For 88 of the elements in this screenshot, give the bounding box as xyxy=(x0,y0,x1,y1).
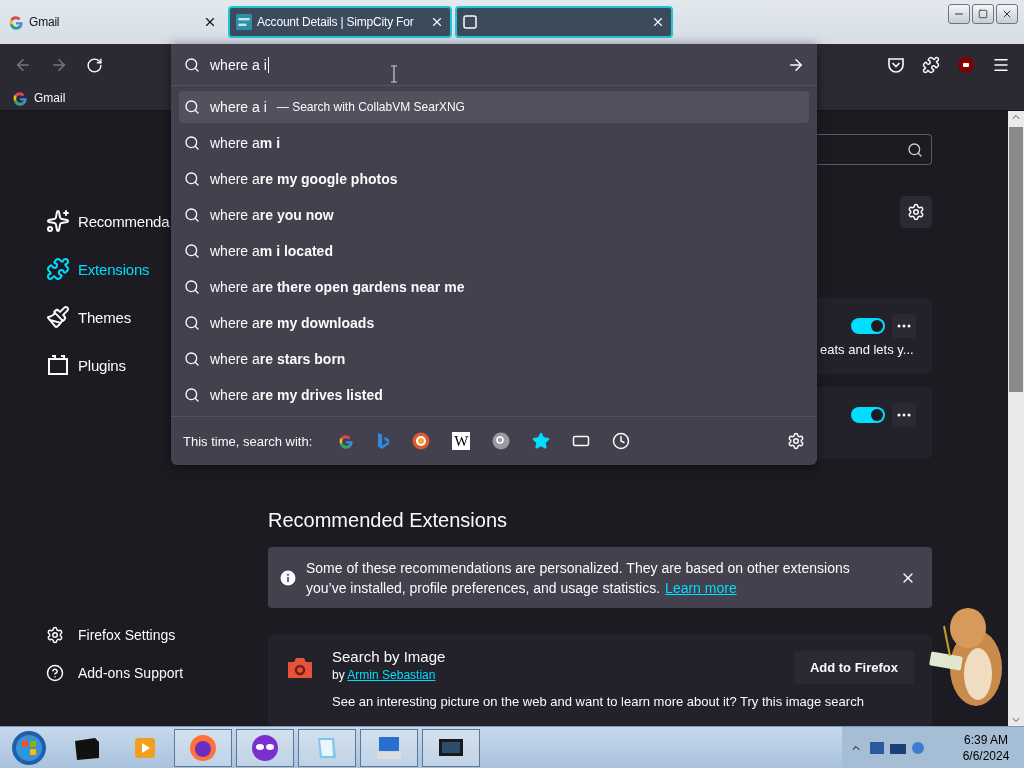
dots-icon xyxy=(897,324,911,328)
google-icon xyxy=(12,90,28,106)
search-icon xyxy=(184,387,200,403)
search-icon xyxy=(184,351,200,367)
close-icon[interactable] xyxy=(430,15,444,29)
toggle-switch[interactable] xyxy=(851,318,885,334)
browser-tab[interactable] xyxy=(455,6,673,38)
settings-button[interactable] xyxy=(900,196,932,228)
search-icon xyxy=(907,141,923,158)
author-link[interactable]: Armin Sebastian xyxy=(347,668,436,682)
browser-tab[interactable]: Account Details | SimpCity For xyxy=(228,6,452,38)
reload-icon[interactable] xyxy=(86,56,103,74)
maximize-icon xyxy=(978,9,988,19)
suggestion-item[interactable]: where are you now xyxy=(179,199,809,231)
help-icon xyxy=(46,664,64,682)
wikipedia-icon[interactable]: W xyxy=(452,432,471,450)
close-icon[interactable] xyxy=(203,15,217,29)
history-icon[interactable] xyxy=(612,432,631,450)
mask-app-icon[interactable] xyxy=(236,728,294,767)
back-icon[interactable] xyxy=(14,56,32,74)
search-icon xyxy=(184,99,200,115)
addon-description: See an interesting picture on the web and want to learn more about it? Try this image search xyxy=(332,694,865,709)
search-with-label: This time, search with: xyxy=(183,433,313,449)
site-logo-icon xyxy=(236,14,252,30)
add-button[interactable]: Add to Firefox xyxy=(793,651,914,684)
monitor-icon[interactable] xyxy=(422,728,480,767)
menu-icon[interactable] xyxy=(992,56,1010,74)
maximize-button[interactable] xyxy=(972,4,994,24)
plugin-icon xyxy=(46,353,70,377)
addon-author: by Armin Sebastian xyxy=(332,668,437,682)
clock-date: 6/6/2024 xyxy=(962,747,1010,764)
duck-icon[interactable] xyxy=(412,432,431,450)
extensions-icon[interactable] xyxy=(922,56,940,74)
browser-tab[interactable]: Gmail xyxy=(0,6,225,38)
settings-icon xyxy=(46,626,64,644)
google-icon xyxy=(8,14,24,30)
puzzle-icon xyxy=(46,257,70,281)
search-icon xyxy=(184,207,200,223)
text-cursor-icon xyxy=(390,65,398,83)
shield-icon[interactable] xyxy=(957,56,975,74)
more-button[interactable] xyxy=(892,314,916,338)
dots-icon xyxy=(897,413,911,417)
magnifier-icon[interactable] xyxy=(492,432,511,450)
suggestion-item[interactable]: where are there open gardens near me xyxy=(179,271,809,303)
settings-icon xyxy=(907,203,925,221)
close-window-button[interactable] xyxy=(996,4,1018,24)
search-icon xyxy=(184,135,200,151)
extension-description: eats and lets y... xyxy=(820,342,914,357)
sidebar-link[interactable]: Firefox Settings xyxy=(46,616,268,654)
clock-time: 6:39 AM xyxy=(964,731,1008,748)
section-heading: Recommended Extensions xyxy=(268,509,508,532)
bing-icon[interactable] xyxy=(376,432,391,450)
suggestion-item[interactable]: where a i — Search with CollabVM SearXNG xyxy=(179,91,809,123)
pocket-icon[interactable] xyxy=(887,56,905,74)
minimize-button[interactable] xyxy=(948,4,970,24)
camera-icon xyxy=(286,656,314,680)
suggestion-item[interactable]: where are my google photos xyxy=(179,163,809,195)
notepad-icon[interactable] xyxy=(298,728,356,767)
search-icon xyxy=(184,315,200,331)
search-field[interactable] xyxy=(817,134,932,165)
learn-more-link[interactable]: Learn more xyxy=(665,580,737,596)
close-icon[interactable] xyxy=(651,15,665,29)
suggestion-item[interactable]: where am i located xyxy=(179,235,809,267)
suggestion-item[interactable]: where am i xyxy=(179,127,809,159)
search-icon xyxy=(184,56,200,73)
notice-text: Some of these recommendations are personalized. They are based on other extensions you’ve installed, profile preferences, and usage statistics. Learn more xyxy=(306,559,851,598)
keyboard-icon[interactable] xyxy=(360,728,418,767)
search-icon xyxy=(184,171,200,187)
suggestion-item[interactable]: where are my drives listed xyxy=(179,379,809,411)
suggestion-item[interactable]: where are stars born xyxy=(179,343,809,375)
sidebar-link[interactable]: Add-ons Support xyxy=(46,654,268,692)
search-icon xyxy=(184,243,200,259)
info-icon xyxy=(280,570,296,586)
more-button[interactable] xyxy=(892,403,916,427)
sparkle-icon xyxy=(46,209,70,233)
toggle-switch[interactable] xyxy=(851,407,885,423)
close-icon xyxy=(1001,8,1013,20)
suggestion-item[interactable]: where are my downloads xyxy=(179,307,809,339)
settings-icon[interactable] xyxy=(787,432,805,450)
bookmark[interactable]: Gmail xyxy=(12,90,66,106)
forward-icon[interactable] xyxy=(50,56,68,74)
bookmarks-icon[interactable] xyxy=(532,432,551,450)
browser-taskbar-icon[interactable] xyxy=(174,728,232,767)
search-icon xyxy=(184,279,200,295)
addon-name: Search by Image xyxy=(332,648,446,665)
paintbrush-icon xyxy=(46,305,70,329)
page-icon xyxy=(463,15,477,29)
google-icon[interactable] xyxy=(338,433,355,449)
